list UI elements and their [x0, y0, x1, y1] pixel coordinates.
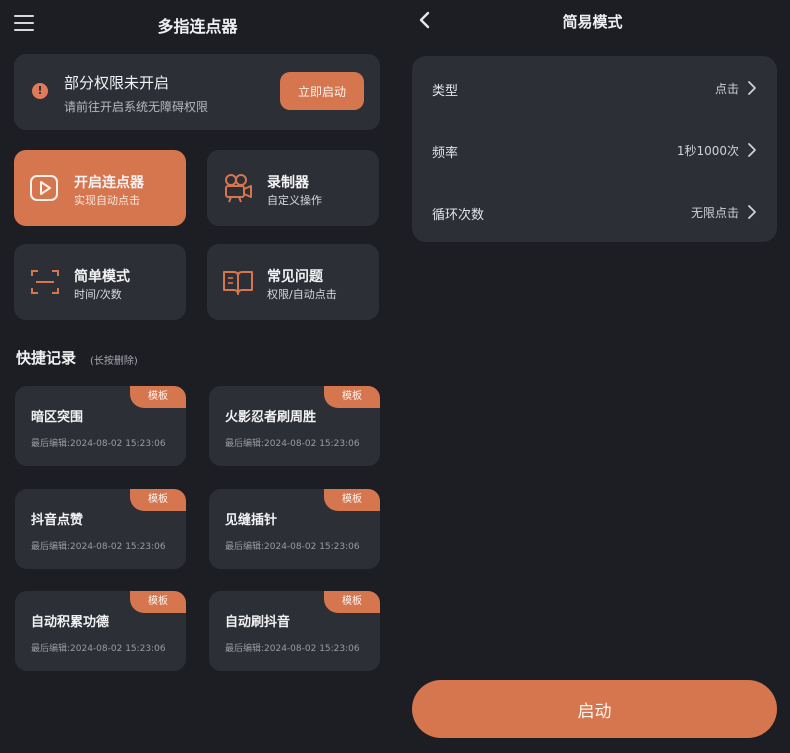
setting-row-frequency[interactable]: 频率 1秒1000次: [412, 130, 777, 170]
permission-card: ! 部分权限未开启 请前往开启系统无障碍权限 立即启动: [14, 54, 380, 130]
tile-title: 简单模式: [74, 269, 130, 285]
book-icon: [223, 271, 253, 295]
start-now-button[interactable]: 立即启动: [280, 72, 364, 110]
record-time: 最后编辑:2024-08-02 15:23:06: [225, 439, 360, 449]
chevron-right-icon: [748, 143, 756, 157]
record-name: 抖音点赞: [31, 513, 84, 528]
simple-mode-screen: 简易模式 类型 点击 频率 1秒1000次 循环次数 无限点击 启动: [395, 0, 790, 753]
warning-icon: !: [32, 83, 48, 99]
tile-title: 常见问题: [267, 269, 323, 285]
record-card[interactable]: 模板 暗区突围 最后编辑:2024-08-02 15:23:06: [15, 386, 186, 466]
record-time: 最后编辑:2024-08-02 15:23:06: [31, 644, 166, 654]
tile-title: 开启连点器: [74, 175, 144, 191]
records-title: 快捷记录: [16, 349, 77, 367]
record-name: 见缝插针: [225, 513, 278, 528]
chevron-right-icon: [748, 205, 756, 219]
tile-subtitle: 实现自动点击: [74, 194, 140, 207]
record-name: 自动积累功德: [31, 615, 110, 630]
tile-start-clicker[interactable]: 开启连点器 实现自动点击: [14, 150, 186, 226]
camera-icon: [225, 174, 252, 203]
setting-label: 循环次数: [432, 208, 485, 223]
tile-faq[interactable]: 常见问题 权限/自动点击: [207, 244, 379, 320]
play-icon: [30, 175, 58, 201]
template-badge: 模板: [130, 591, 186, 613]
tile-subtitle: 权限/自动点击: [267, 288, 337, 301]
page-title: 多指连点器: [157, 17, 238, 36]
record-time: 最后编辑:2024-08-02 15:23:06: [31, 542, 166, 552]
setting-label: 频率: [432, 146, 459, 161]
tile-simple-mode[interactable]: 简单模式 时间/次数: [14, 244, 186, 320]
record-time: 最后编辑:2024-08-02 15:23:06: [225, 542, 360, 552]
record-card[interactable]: 模板 抖音点赞 最后编辑:2024-08-02 15:23:06: [15, 489, 186, 569]
setting-label: 类型: [432, 84, 459, 99]
record-card[interactable]: 模板 自动积累功德 最后编辑:2024-08-02 15:23:06: [15, 591, 186, 671]
template-badge: 模板: [324, 591, 380, 613]
tile-subtitle: 自定义操作: [267, 194, 322, 207]
settings-card: 类型 点击 频率 1秒1000次 循环次数 无限点击: [412, 56, 777, 242]
tile-title: 录制器: [267, 175, 309, 191]
record-card[interactable]: 模板 火影忍者刷周胜 最后编辑:2024-08-02 15:23:06: [209, 386, 380, 466]
page-title: 简易模式: [562, 13, 623, 31]
permission-subtitle: 请前往开启系统无障碍权限: [64, 100, 209, 114]
chevron-right-icon: [748, 81, 756, 95]
template-badge: 模板: [324, 386, 380, 408]
record-time: 最后编辑:2024-08-02 15:23:06: [225, 644, 360, 654]
template-badge: 模板: [324, 489, 380, 511]
record-card[interactable]: 模板 见缝插针 最后编辑:2024-08-02 15:23:06: [209, 489, 380, 569]
record-name: 自动刷抖音: [225, 615, 291, 630]
setting-row-type[interactable]: 类型 点击: [412, 68, 777, 108]
record-name: 暗区突围: [31, 410, 84, 425]
permission-title: 部分权限未开启: [64, 74, 170, 92]
setting-value: 无限点击: [690, 206, 739, 220]
setting-row-loop-count[interactable]: 循环次数 无限点击: [412, 192, 777, 232]
setting-value: 点击: [714, 82, 739, 96]
setting-value: 1秒1000次: [676, 144, 739, 158]
template-badge: 模板: [130, 489, 186, 511]
home-screen: 多指连点器 ! 部分权限未开启 请前往开启系统无障碍权限 立即启动 开启连点器 …: [0, 0, 395, 753]
records-hint: (长按删除): [90, 356, 138, 367]
record-name: 火影忍者刷周胜: [225, 410, 317, 425]
template-badge: 模板: [130, 386, 186, 408]
scan-icon: [31, 270, 59, 294]
record-time: 最后编辑:2024-08-02 15:23:06: [31, 439, 166, 449]
tile-subtitle: 时间/次数: [74, 288, 122, 301]
record-card[interactable]: 模板 自动刷抖音 最后编辑:2024-08-02 15:23:06: [209, 591, 380, 671]
start-button[interactable]: 启动: [412, 680, 777, 738]
tile-recorder[interactable]: 录制器 自定义操作: [207, 150, 379, 226]
